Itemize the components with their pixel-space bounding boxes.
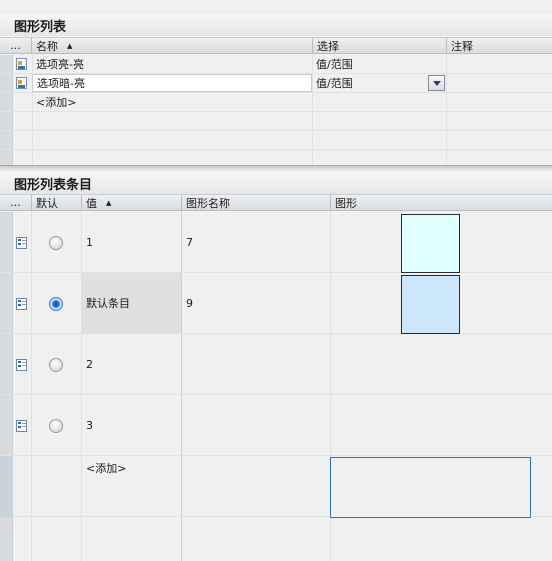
default-radio-selected[interactable]	[49, 297, 63, 311]
sort-ascending-icon: ▲	[106, 198, 112, 207]
entry-icon	[16, 420, 27, 432]
entry-graphic-name[interactable]	[182, 334, 330, 394]
table-row[interactable]: 选项亮-亮 值/范围	[0, 55, 552, 74]
graphic-list-icon	[16, 77, 27, 89]
graphic-swatch[interactable]	[401, 275, 460, 334]
add-label[interactable]: <添加>	[86, 460, 126, 476]
add-row[interactable]: <添加>	[0, 93, 552, 112]
empty-row	[0, 131, 552, 150]
add-row-header	[0, 456, 13, 517]
add-label[interactable]: <添加>	[32, 93, 312, 111]
dropdown-arrow-icon[interactable]	[428, 75, 445, 91]
row-name[interactable]: 选项亮-亮	[32, 55, 312, 73]
sort-ascending-icon: ▲	[67, 41, 73, 50]
default-radio[interactable]	[49, 419, 63, 433]
graphic-drop-target[interactable]	[330, 457, 531, 518]
entry-value[interactable]: 3	[82, 395, 181, 455]
col-value-label: 值	[86, 196, 97, 210]
col-comment[interactable]: 注释	[447, 38, 552, 53]
empty-row	[0, 150, 552, 165]
entry-graphic-name[interactable]: 9	[182, 273, 330, 333]
splitter[interactable]	[0, 165, 552, 171]
col-value[interactable]: 值 ▲	[82, 195, 182, 210]
entry-value[interactable]: 2	[82, 334, 181, 394]
table-row[interactable]: 1 7	[0, 212, 552, 273]
row-select[interactable]: 值/范围	[312, 55, 446, 73]
entries-header: ... 默认 值 ▲ 图形名称 图形	[0, 194, 552, 211]
col-name-label: 名称	[36, 39, 58, 53]
graphic-swatch[interactable]	[401, 214, 460, 273]
col-dots[interactable]: ...	[0, 195, 32, 210]
col-name[interactable]: 名称 ▲	[32, 38, 313, 53]
row-comment[interactable]	[446, 74, 552, 92]
graphic-list-title: 图形列表	[0, 14, 552, 36]
entry-graphic-name[interactable]	[182, 395, 330, 455]
col-graphic[interactable]: 图形	[331, 195, 552, 210]
table-row[interactable]: 2	[0, 334, 552, 395]
table-row[interactable]: 3	[0, 395, 552, 456]
entry-icon	[16, 359, 27, 371]
entry-graphic-name[interactable]: 7	[182, 212, 330, 272]
default-radio[interactable]	[49, 358, 63, 372]
col-default[interactable]: 默认	[32, 195, 82, 210]
col-select[interactable]: 选择	[313, 38, 447, 53]
row-name-input[interactable]: 选项暗-亮	[32, 74, 312, 92]
table-row[interactable]: 默认条目 9	[0, 273, 552, 334]
empty-row	[0, 112, 552, 131]
row-select-dropdown[interactable]: 值/范围	[312, 74, 446, 92]
graphic-list-icon	[16, 58, 27, 70]
graphic-list-entries-title: 图形列表条目	[0, 172, 552, 194]
col-dots[interactable]: ...	[0, 38, 32, 53]
entry-value[interactable]: 默认条目	[82, 273, 181, 333]
table-row-selected[interactable]: 选项暗-亮 值/范围	[0, 74, 552, 93]
row-comment[interactable]	[446, 55, 552, 73]
entry-value[interactable]: 1	[82, 212, 181, 272]
entry-icon	[16, 237, 27, 249]
add-row[interactable]: <添加>	[0, 456, 552, 518]
graphic-list-header: ... 名称 ▲ 选择 注释	[0, 37, 552, 54]
empty-row	[0, 517, 552, 561]
default-radio[interactable]	[49, 236, 63, 250]
col-graphic-name[interactable]: 图形名称	[182, 195, 331, 210]
entry-icon	[16, 298, 27, 310]
